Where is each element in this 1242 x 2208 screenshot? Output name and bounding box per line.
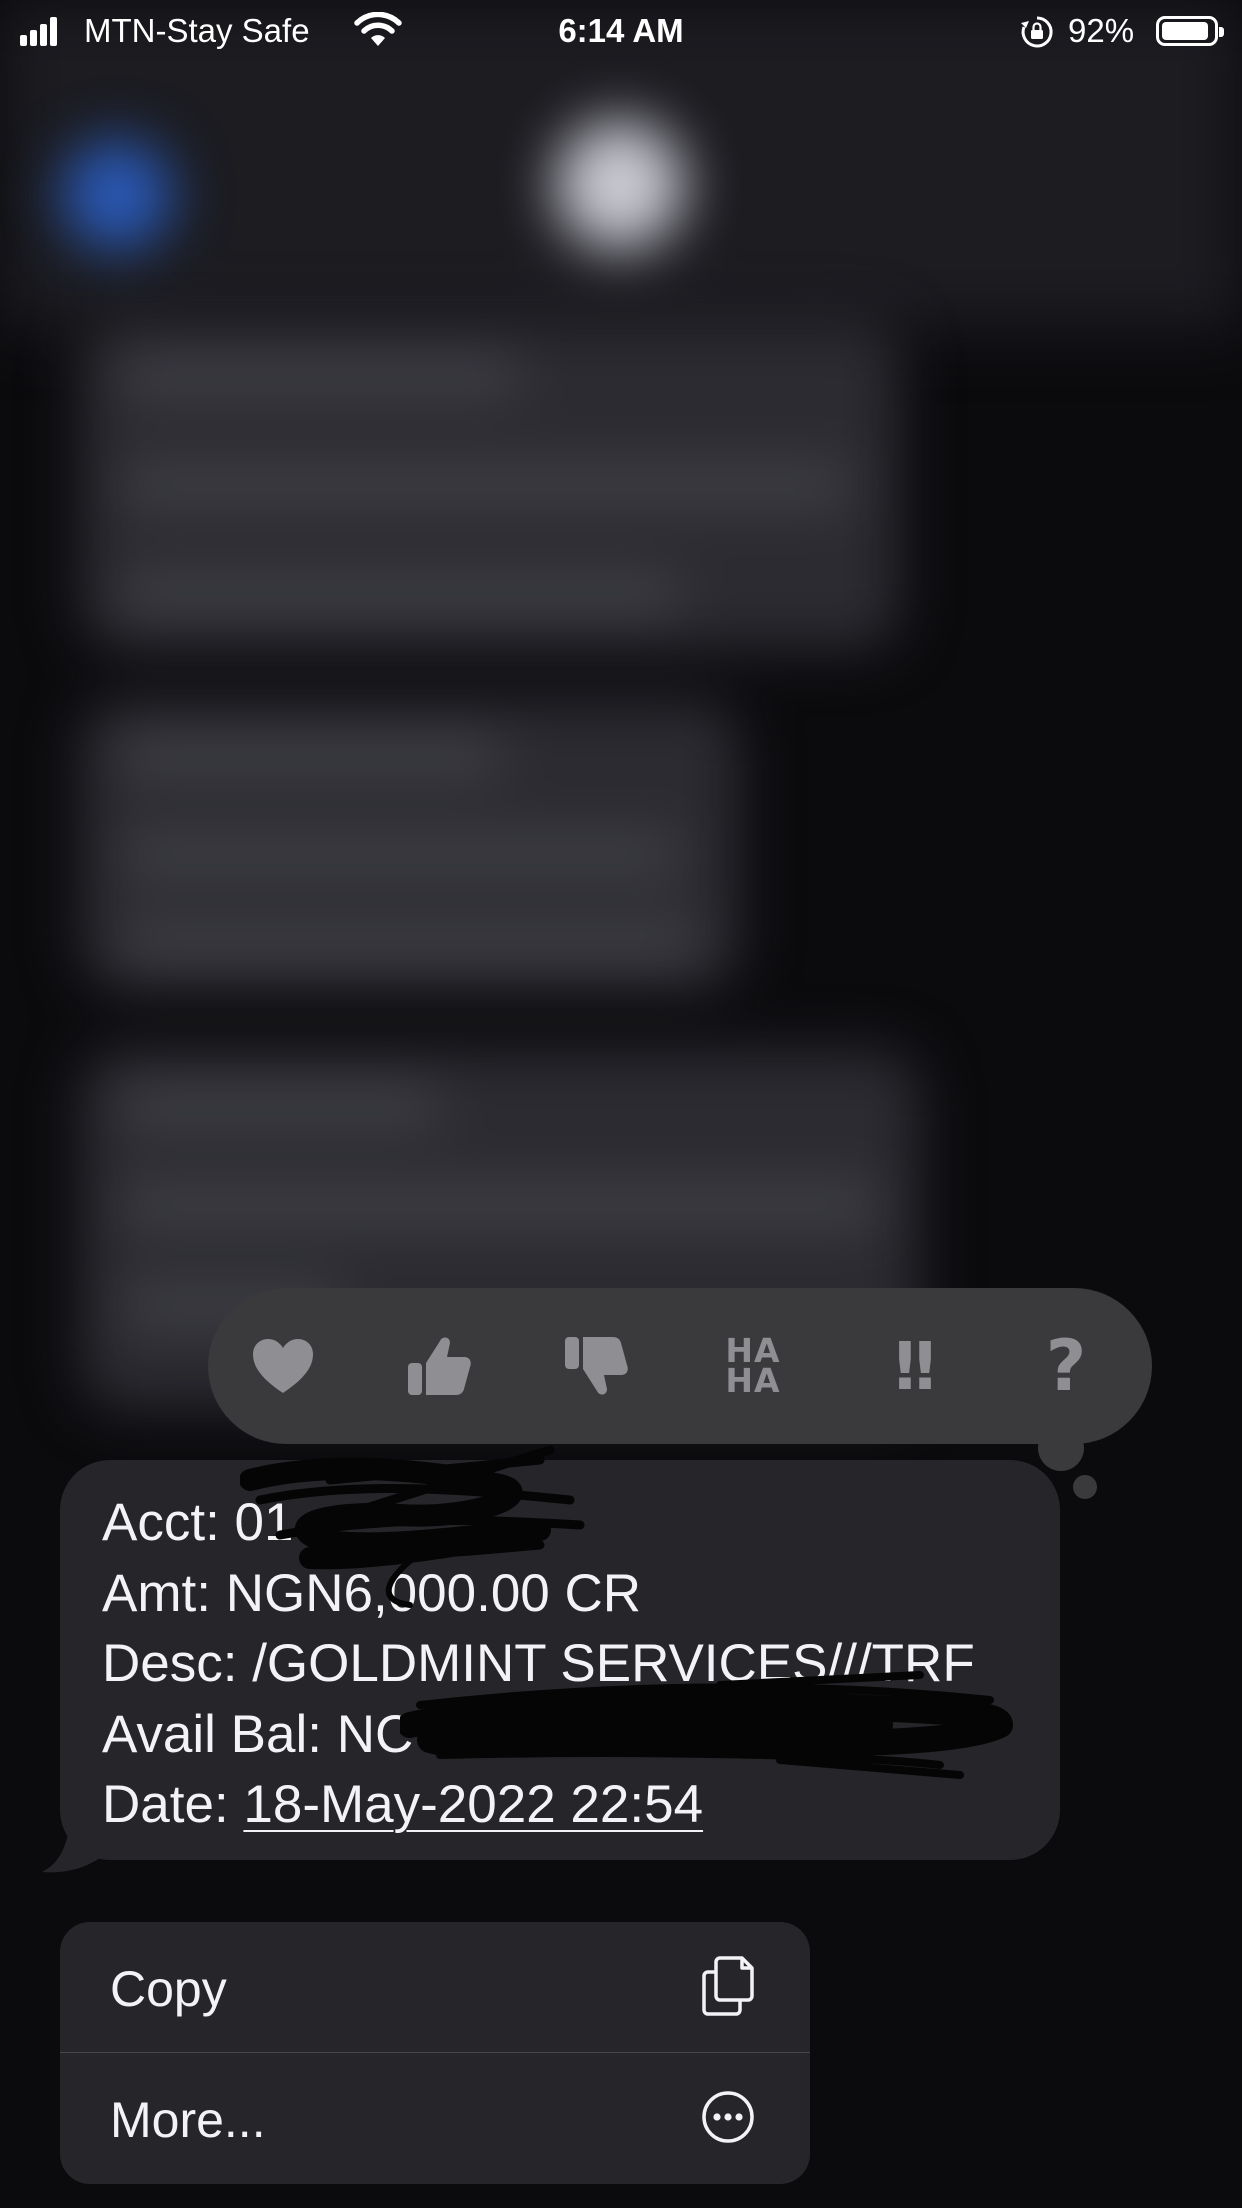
message-text: Acct: 01 Amt: NGN6,000.00 CR Desc: /GOLD…	[102, 1488, 975, 1841]
tapback-reaction-bar-buttons: HA HA !! ?	[208, 1288, 1152, 1444]
blurred-text-line	[120, 1090, 440, 1120]
heart-reaction-button[interactable]	[233, 1316, 333, 1416]
more-ellipsis-circle-icon	[702, 2091, 754, 2143]
more-menu-item[interactable]: More...	[60, 2053, 810, 2184]
copy-menu-item[interactable]: Copy	[60, 1922, 810, 2053]
balance-value: NC	[336, 1704, 414, 1764]
haha-icon: HA HA	[725, 1331, 781, 1400]
account-line: Acct: 01	[102, 1493, 294, 1552]
battery-level-fill	[1162, 22, 1208, 40]
blurred-text-line	[120, 470, 850, 500]
status-bar: MTN-Stay Safe 6:14 AM 92%	[0, 0, 1242, 62]
description-line: Desc: /GOLDMINT SERVICES///TRF	[102, 1634, 975, 1693]
haha-reaction-button[interactable]: HA HA	[703, 1316, 803, 1416]
blurred-text-line	[120, 740, 500, 770]
blurred-text-line	[120, 1190, 880, 1220]
more-label: More...	[110, 2092, 266, 2148]
thumbs-down-icon	[565, 1337, 628, 1395]
message-bubble[interactable]: Acct: 01 Amt: NGN6,000.00 CR Desc: /GOLD…	[60, 1460, 1060, 1860]
question-mark-icon: ?	[1045, 1325, 1087, 1407]
blurred-text-line	[120, 580, 680, 610]
blurred-conversation	[0, 0, 1242, 2208]
date-link[interactable]: 18-May-2022 22:54	[243, 1775, 703, 1834]
clock: 6:14 AM	[558, 12, 684, 49]
battery-percentage: 92%	[1068, 12, 1135, 49]
blurred-contact-avatar	[555, 120, 685, 250]
account-number: 01	[234, 1493, 294, 1552]
blurred-back-avatar	[62, 140, 172, 250]
heart-icon	[253, 1339, 313, 1393]
tapback-tail-dot-small	[1073, 1475, 1097, 1499]
blurred-text-line	[120, 930, 700, 960]
thumbs-up-reaction-button[interactable]	[390, 1316, 490, 1416]
balance-line: Avail Bal: NC	[102, 1704, 414, 1764]
amount-line: Amt: NGN6,000.00 CR	[102, 1563, 642, 1623]
blurred-text-line	[120, 840, 680, 870]
copy-label: Copy	[110, 1961, 227, 2017]
battery-icon	[1156, 16, 1224, 46]
description-value: /GOLDMINT SERVICES///TRF	[252, 1634, 975, 1693]
blurred-text-line	[120, 360, 520, 390]
context-menu: Copy More...	[60, 1922, 810, 2184]
double-exclamation-icon: !!	[889, 1327, 940, 1405]
copy-icon	[702, 1956, 754, 2016]
orientation-lock-icon	[1021, 16, 1053, 48]
emphasis-reaction-button[interactable]: !!	[860, 1316, 960, 1416]
amount-value: NGN6,000.00 CR	[225, 1563, 642, 1623]
question-reaction-button[interactable]: ?	[1016, 1316, 1116, 1416]
thumbs-down-reaction-button[interactable]	[547, 1316, 647, 1416]
date-line: Date: 18-May-2022 22:54	[102, 1775, 704, 1834]
thumbs-up-icon	[408, 1337, 471, 1395]
tapback-tail-dot	[1038, 1425, 1084, 1471]
